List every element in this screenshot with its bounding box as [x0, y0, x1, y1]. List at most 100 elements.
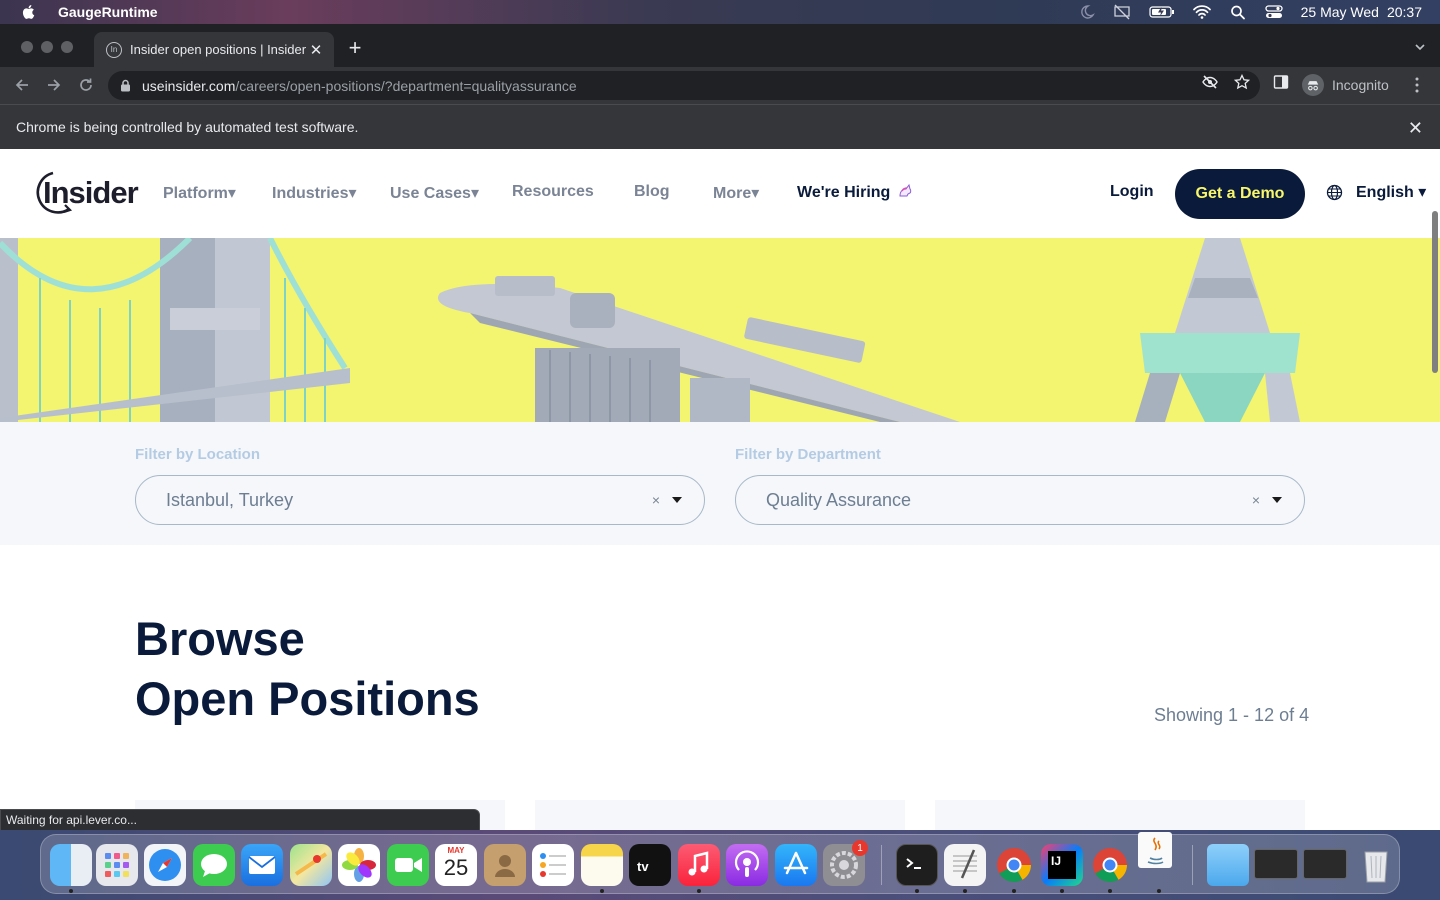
infobar-message: Chrome is being controlled by automated …: [16, 119, 359, 135]
hero-banner: [0, 238, 1440, 422]
spotlight-search-icon[interactable]: [1229, 4, 1247, 20]
department-dropdown-caret-icon[interactable]: [1272, 497, 1282, 503]
nav-industries[interactable]: Industries▾: [272, 183, 357, 203]
close-window-button[interactable]: [21, 41, 33, 53]
control-center-icon[interactable]: [1264, 4, 1283, 20]
terminal-icon[interactable]: [896, 844, 938, 886]
macos-menu-bar: GaugeRuntime 25 May Wed 20:37: [0, 0, 1440, 24]
chrome-running-indicator: [1108, 889, 1112, 893]
minimize-window-button[interactable]: [41, 41, 53, 53]
department-filter-select[interactable]: Quality Assurance ×: [735, 475, 1305, 525]
apple-logo-icon[interactable]: [20, 3, 38, 21]
maps-icon[interactable]: [290, 844, 332, 886]
reminders-icon[interactable]: [532, 844, 574, 886]
dock-separator: [1192, 845, 1193, 885]
menu-bar-clock[interactable]: 20:37: [1387, 4, 1422, 20]
terminal-running-indicator: [915, 889, 919, 893]
tab-search-chevron-icon[interactable]: [1414, 41, 1426, 53]
new-tab-icon[interactable]: +: [344, 37, 366, 59]
mail-icon[interactable]: [241, 844, 283, 886]
incognito-icon: [1302, 74, 1324, 96]
calendar-icon[interactable]: MAY 25: [435, 844, 477, 886]
java-icon[interactable]: [1138, 832, 1172, 868]
finder-icon[interactable]: [50, 844, 92, 886]
url-text[interactable]: useinsider.com/careers/open-positions/?d…: [142, 78, 577, 94]
messages-icon[interactable]: [193, 844, 235, 886]
chrome-icon[interactable]: [993, 844, 1035, 886]
position-filters: Filter by Location Istanbul, Turkey × Fi…: [0, 422, 1440, 545]
incognito-label: Incognito: [1332, 77, 1389, 93]
nav-were-hiring[interactable]: We're Hiring: [797, 183, 913, 202]
active-app-name[interactable]: GaugeRuntime: [58, 4, 158, 20]
loading-status-bubble: Waiting for api.lever.co...: [0, 809, 480, 831]
login-link[interactable]: Login: [1110, 183, 1154, 201]
department-filter-label: Filter by Department: [735, 446, 881, 463]
browser-tab-active[interactable]: In Insider open positions | Insider ✕: [94, 32, 334, 67]
notes-icon[interactable]: [581, 844, 623, 886]
side-panel-icon[interactable]: [1273, 74, 1289, 90]
textedit-icon[interactable]: [944, 844, 986, 886]
music-icon[interactable]: [678, 844, 720, 886]
maximize-window-button[interactable]: [61, 41, 73, 53]
screen-mirroring-off-icon[interactable]: [1113, 4, 1131, 20]
get-a-demo-button[interactable]: Get a Demo: [1175, 169, 1305, 219]
podcasts-icon[interactable]: [726, 844, 768, 886]
automation-infobar: Chrome is being controlled by automated …: [0, 104, 1440, 149]
address-bar[interactable]: useinsider.com/careers/open-positions/?d…: [108, 71, 1260, 100]
window-controls: [21, 41, 73, 53]
location-filter-select[interactable]: Istanbul, Turkey ×: [135, 475, 705, 525]
forward-arrow-icon[interactable]: [45, 76, 63, 94]
calendar-month: MAY: [447, 846, 465, 855]
intellij-glyph: IJ: [1048, 851, 1076, 879]
window-thumbnail-icon[interactable]: [1303, 849, 1347, 879]
marina-bay-sands-illustration: [438, 276, 960, 422]
photos-icon[interactable]: [338, 844, 380, 886]
wifi-icon[interactable]: [1192, 4, 1211, 20]
nav-platform[interactable]: Platform▾: [163, 183, 236, 203]
position-card[interactable]: [535, 800, 905, 830]
position-card[interactable]: [935, 800, 1305, 830]
location-dropdown-caret-icon[interactable]: [672, 497, 682, 503]
notes-running-indicator: [600, 889, 604, 893]
menu-bar-date[interactable]: 25 May Wed: [1301, 4, 1379, 20]
bookmark-star-icon[interactable]: [1234, 74, 1250, 90]
contacts-icon[interactable]: [484, 844, 526, 886]
nav-more[interactable]: More▾: [713, 183, 759, 203]
department-clear-icon[interactable]: ×: [1252, 492, 1260, 508]
page-scrollbar[interactable]: [1432, 211, 1438, 373]
tab-title: Insider open positions | Insider: [130, 42, 307, 57]
location-clear-icon[interactable]: ×: [652, 492, 660, 508]
tracking-blocked-eye-icon[interactable]: [1202, 74, 1218, 90]
results-count: Showing 1 - 12 of 4: [1154, 705, 1310, 725]
chrome-icon[interactable]: [1089, 844, 1131, 886]
language-selector[interactable]: English ▾: [1326, 182, 1426, 202]
department-filter-value: Quality Assurance: [766, 489, 912, 510]
nav-resources[interactable]: Resources: [512, 183, 594, 201]
lock-icon[interactable]: [120, 79, 131, 92]
infobar-close-icon[interactable]: ✕: [1408, 118, 1423, 139]
browser-tab-strip: In Insider open positions | Insider ✕ +: [0, 24, 1440, 67]
close-tab-icon[interactable]: ✕: [308, 41, 324, 59]
battery-charging-icon[interactable]: [1149, 4, 1175, 20]
incognito-profile-button[interactable]: Incognito: [1302, 74, 1389, 96]
location-filter-label: Filter by Location: [135, 446, 261, 463]
location-filter-value: Istanbul, Turkey: [166, 489, 294, 510]
page-viewport: Insider Platform▾ Industries▾ Use Cases▾…: [0, 149, 1440, 830]
chrome-menu-icon[interactable]: [1412, 76, 1422, 94]
nav-blog[interactable]: Blog: [634, 183, 670, 201]
facetime-icon[interactable]: [387, 844, 429, 886]
reload-icon[interactable]: [77, 76, 95, 94]
app-store-icon[interactable]: [775, 844, 817, 886]
launchpad-icon[interactable]: [96, 844, 138, 886]
focus-moon-icon[interactable]: [1077, 4, 1095, 20]
insider-logo[interactable]: Insider: [31, 169, 139, 217]
intellij-icon[interactable]: IJ: [1041, 844, 1083, 886]
apple-tv-icon[interactable]: tv: [629, 844, 671, 886]
nav-use-cases[interactable]: Use Cases▾: [390, 183, 479, 203]
window-thumbnail-icon[interactable]: [1254, 849, 1298, 879]
safari-icon[interactable]: [144, 844, 186, 886]
back-arrow-icon[interactable]: [13, 76, 31, 94]
finder-running-indicator: [69, 889, 73, 893]
downloads-folder-icon[interactable]: [1207, 844, 1249, 886]
trash-icon[interactable]: [1355, 844, 1397, 886]
